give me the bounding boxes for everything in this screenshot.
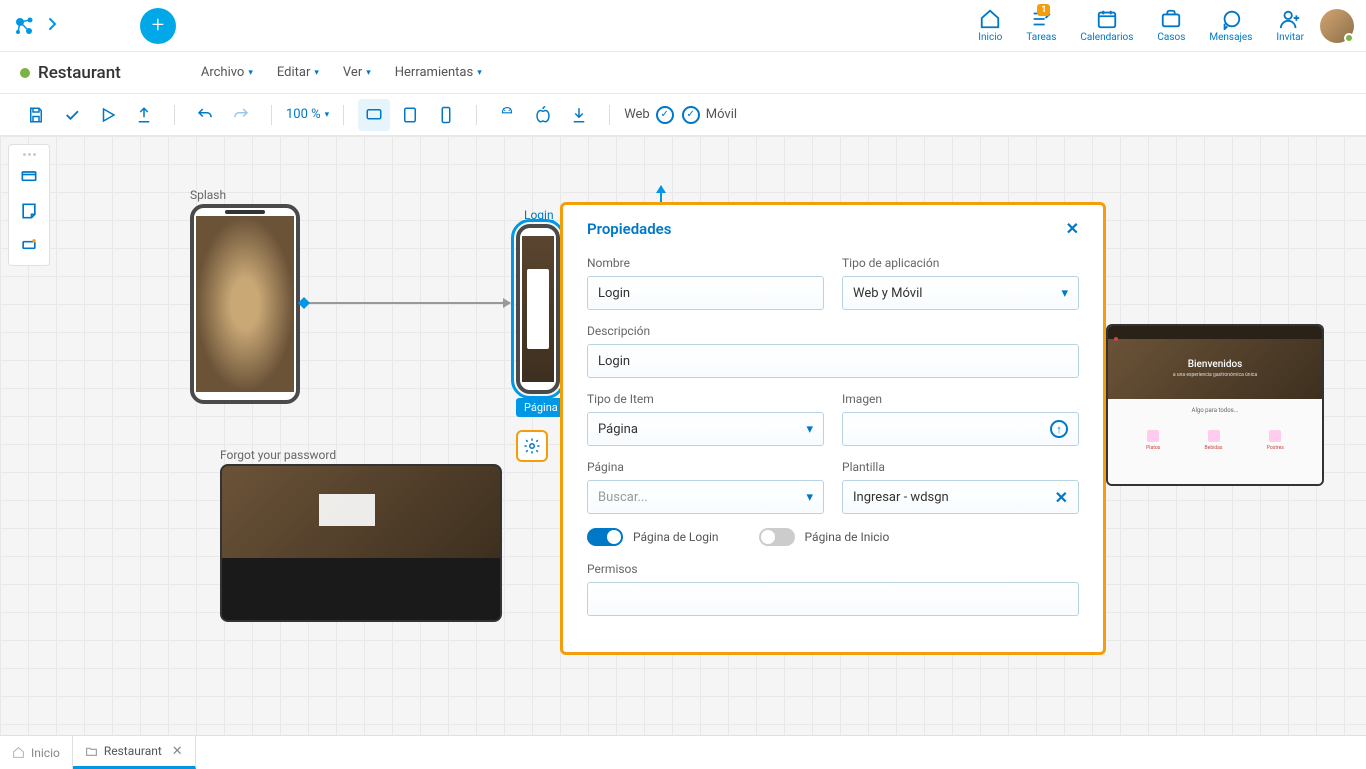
bottom-tab-home[interactable]: Inicio [0, 736, 73, 769]
screen-node-splash[interactable] [190, 204, 300, 404]
project-title: Restaurant [38, 63, 121, 83]
screen-node-home[interactable]: Bienvenidos a una experiencia gastronómi… [1106, 324, 1324, 486]
input-permisos[interactable] [587, 582, 1079, 616]
component-tool-button[interactable] [13, 229, 45, 261]
select-plantilla[interactable]: Ingresar - wdsgn ✕ [842, 480, 1079, 514]
caret-down-icon: ▾ [806, 422, 813, 437]
caret-down-icon: ▾ [314, 68, 319, 78]
input-descripcion[interactable] [587, 344, 1079, 378]
folder-icon [85, 745, 98, 758]
node-label-login[interactable]: Login [524, 208, 554, 222]
android-button[interactable] [491, 99, 523, 131]
nav-home[interactable]: Inicio [978, 8, 1002, 43]
new-button[interactable]: + [140, 8, 176, 44]
clear-plantilla-icon[interactable]: ✕ [1055, 488, 1068, 507]
label-imagen: Imagen [842, 392, 1079, 406]
share-button[interactable] [128, 99, 160, 131]
nav-tasks[interactable]: 1 Tareas [1026, 8, 1056, 43]
screen-tool-button[interactable] [13, 161, 45, 193]
node-label-forgot: Forgot your password [220, 448, 336, 462]
screen-node-login[interactable] [516, 224, 560, 394]
caret-down-icon: ▾ [366, 68, 371, 78]
caret-down-icon: ▾ [1061, 286, 1068, 301]
menu-herramientas[interactable]: Herramientas▾ [395, 65, 482, 80]
download-button[interactable] [563, 99, 595, 131]
ios-button[interactable] [527, 99, 559, 131]
select-tipo-app[interactable]: Web y Móvil ▾ [842, 276, 1079, 310]
app-logo[interactable] [12, 14, 36, 38]
properties-panel: Propiedades ✕ Nombre Tipo de aplicación … [560, 202, 1106, 655]
input-nombre[interactable] [587, 276, 824, 310]
note-tool-button[interactable] [13, 195, 45, 227]
label-nombre: Nombre [587, 256, 824, 270]
preview-web-toggle[interactable]: Web ✓ [624, 106, 674, 124]
check-circle-icon: ✓ [656, 106, 674, 124]
nav-calendars[interactable]: Calendarios [1080, 8, 1133, 43]
label-tipo-app: Tipo de aplicación [842, 256, 1079, 270]
select-tipo-item[interactable]: Página ▾ [587, 412, 824, 446]
bottom-tab-project[interactable]: Restaurant ✕ [73, 736, 196, 769]
label-plantilla: Plantilla [842, 460, 1079, 474]
menu-ver[interactable]: Ver▾ [343, 65, 371, 80]
caret-down-icon: ▾ [806, 490, 813, 505]
home-icon [12, 746, 25, 759]
menu-editar[interactable]: Editar▾ [277, 65, 319, 80]
preview-mobile-toggle[interactable]: ✓ Móvil [682, 106, 737, 124]
nav-invite[interactable]: Invitar [1276, 8, 1304, 43]
toggle-login-page[interactable] [587, 528, 623, 546]
menu-archivo[interactable]: Archivo▾ [201, 65, 253, 80]
briefcase-icon [1160, 8, 1182, 30]
caret-down-icon: ▾ [325, 110, 330, 120]
check-circle-icon: ✓ [682, 106, 700, 124]
label-tipo-item: Tipo de Item [587, 392, 824, 406]
home-icon [979, 8, 1001, 30]
expand-sidebar-icon[interactable] [48, 17, 58, 35]
canvas-tools-palette[interactable] [8, 144, 50, 266]
panel-title: Propiedades [587, 220, 671, 238]
upload-icon: ↑ [1050, 420, 1068, 438]
save-button[interactable] [20, 99, 52, 131]
select-pagina[interactable]: Buscar... ▾ [587, 480, 824, 514]
node-tag-pagina: Página [516, 398, 566, 417]
play-button[interactable] [92, 99, 124, 131]
toggle-home-page[interactable] [759, 528, 795, 546]
panel-close-button[interactable]: ✕ [1066, 219, 1079, 238]
screen-node-forgot-password[interactable] [220, 464, 502, 622]
tasks-badge: 1 [1037, 4, 1050, 16]
invite-icon [1279, 8, 1301, 30]
nav-messages[interactable]: Mensajes [1209, 8, 1252, 43]
label-permisos: Permisos [587, 562, 1079, 576]
label-pagina: Página [587, 460, 824, 474]
check-button[interactable] [56, 99, 88, 131]
chat-icon [1220, 8, 1242, 30]
caret-down-icon: ▾ [248, 68, 253, 78]
device-mobile-button[interactable] [430, 99, 462, 131]
close-tab-icon[interactable]: ✕ [172, 744, 183, 759]
online-status-icon [1344, 33, 1354, 43]
caret-down-icon: ▾ [477, 68, 482, 78]
label-descripcion: Descripción [587, 324, 1079, 338]
node-label-splash: Splash [190, 188, 226, 202]
user-avatar[interactable] [1320, 9, 1354, 43]
calendar-icon [1096, 8, 1118, 30]
nav-cases[interactable]: Casos [1157, 8, 1185, 43]
device-desktop-button[interactable] [358, 99, 390, 131]
undo-button[interactable] [189, 99, 221, 131]
device-tablet-button[interactable] [394, 99, 426, 131]
redo-button[interactable] [225, 99, 257, 131]
project-status-dot [20, 68, 30, 78]
upload-imagen[interactable]: ↑ [842, 412, 1079, 446]
zoom-select[interactable]: 100 %▾ [286, 107, 329, 122]
node-settings-button[interactable] [516, 430, 548, 462]
